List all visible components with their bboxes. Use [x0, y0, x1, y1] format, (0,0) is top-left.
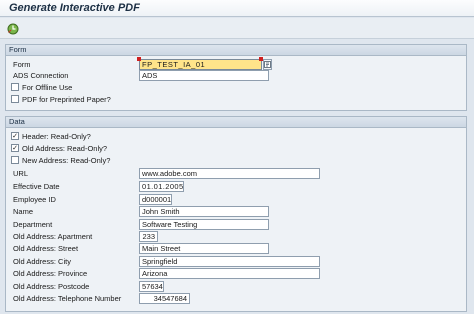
preprinted-row: PDF for Preprinted Paper? — [6, 94, 466, 105]
title-bar: Generate Interactive PDF — [0, 0, 474, 17]
page-title: Generate Interactive PDF — [9, 2, 140, 14]
name-input[interactable]: John Smith — [139, 206, 269, 217]
url-input[interactable]: www.adobe.com — [139, 168, 320, 179]
name-label: Name — [13, 207, 34, 216]
city-input[interactable]: Springfield — [139, 256, 320, 267]
form-group-header: Form — [6, 45, 466, 56]
postcode-row: Old Address: Postcode 57634 — [6, 281, 466, 292]
form-name-input[interactable]: FP_TEST_IA_01 — [139, 59, 262, 70]
province-input[interactable]: Arizona — [139, 268, 320, 279]
telephone-row: Old Address: Telephone Number 34547684 — [6, 293, 466, 304]
preprinted-paper-label: PDF for Preprinted Paper? — [22, 95, 111, 104]
form-label: Form — [13, 60, 31, 69]
postcode-label: Old Address: Postcode — [13, 282, 90, 291]
province-row: Old Address: Province Arizona — [6, 268, 466, 279]
postcode-input[interactable]: 57634 — [139, 281, 164, 292]
employee-id-label: Employee ID — [13, 195, 56, 204]
old-address-readonly-row: ✓ Old Address: Read-Only? — [6, 143, 466, 154]
province-label: Old Address: Province — [13, 269, 88, 278]
url-row: URL www.adobe.com — [6, 168, 466, 179]
checkmark-icon: ✓ — [12, 144, 18, 152]
effective-date-input[interactable]: 01.01.2005 — [139, 181, 184, 192]
new-address-readonly-row: New Address: Read-Only? — [6, 155, 466, 166]
header-readonly-row: ✓ Header: Read-Only? — [6, 131, 466, 142]
department-row: Department Software Testing — [6, 219, 466, 230]
city-row: Old Address: City Springfield — [6, 256, 466, 267]
ads-connection-label: ADS Connection — [13, 71, 69, 80]
offline-use-label: For Offline Use — [22, 83, 73, 92]
execute-button[interactable] — [6, 22, 19, 35]
street-label: Old Address: Street — [13, 244, 79, 253]
form-group-box: Form Form FP_TEST_IA_01 ADS Connection A… — [5, 44, 467, 111]
ads-row: ADS Connection ADS — [6, 70, 466, 81]
effective-date-label: Effective Date — [13, 182, 60, 191]
apartment-input[interactable]: 233 — [139, 231, 158, 242]
header-readonly-checkbox[interactable]: ✓ — [11, 132, 19, 140]
employee-id-input[interactable]: d000001 — [139, 194, 172, 205]
department-input[interactable]: Software Testing — [139, 219, 269, 230]
data-group-box: Data ✓ Header: Read-Only? ✓ Old Address:… — [5, 116, 467, 312]
url-label: URL — [13, 169, 29, 178]
apartment-label: Old Address: Apartment — [13, 232, 93, 241]
application-toolbar — [0, 18, 474, 39]
header-readonly-label: Header: Read-Only? — [22, 132, 91, 141]
form-value-help-button[interactable] — [263, 59, 272, 70]
apartment-row: Old Address: Apartment 233 — [6, 231, 466, 242]
street-row: Old Address: Street Main Street — [6, 243, 466, 254]
data-group-header: Data — [6, 117, 466, 128]
telephone-label: Old Address: Telephone Number — [13, 294, 122, 303]
street-input[interactable]: Main Street — [139, 243, 269, 254]
old-address-readonly-checkbox[interactable]: ✓ — [11, 144, 19, 152]
department-label: Department — [13, 220, 53, 229]
required-marker-left — [137, 57, 141, 61]
ads-connection-input[interactable]: ADS — [139, 70, 269, 81]
checkmark-icon: ✓ — [12, 132, 18, 140]
form-row: Form FP_TEST_IA_01 — [6, 57, 466, 70]
employee-id-row: Employee ID d000001 — [6, 194, 466, 205]
effective-date-row: Effective Date 01.01.2005 — [6, 181, 466, 192]
preprinted-paper-checkbox[interactable] — [11, 95, 19, 103]
new-address-readonly-checkbox[interactable] — [11, 156, 19, 164]
offline-row: For Offline Use — [6, 82, 466, 93]
offline-use-checkbox[interactable] — [11, 83, 19, 91]
new-address-readonly-label: New Address: Read-Only? — [22, 156, 111, 165]
old-address-readonly-label: Old Address: Read-Only? — [22, 144, 108, 153]
city-label: Old Address: City — [13, 257, 71, 266]
telephone-input[interactable]: 34547684 — [139, 293, 190, 304]
execute-clock-icon — [7, 23, 18, 34]
name-row: Name John Smith — [6, 206, 466, 217]
value-help-icon — [264, 61, 271, 68]
